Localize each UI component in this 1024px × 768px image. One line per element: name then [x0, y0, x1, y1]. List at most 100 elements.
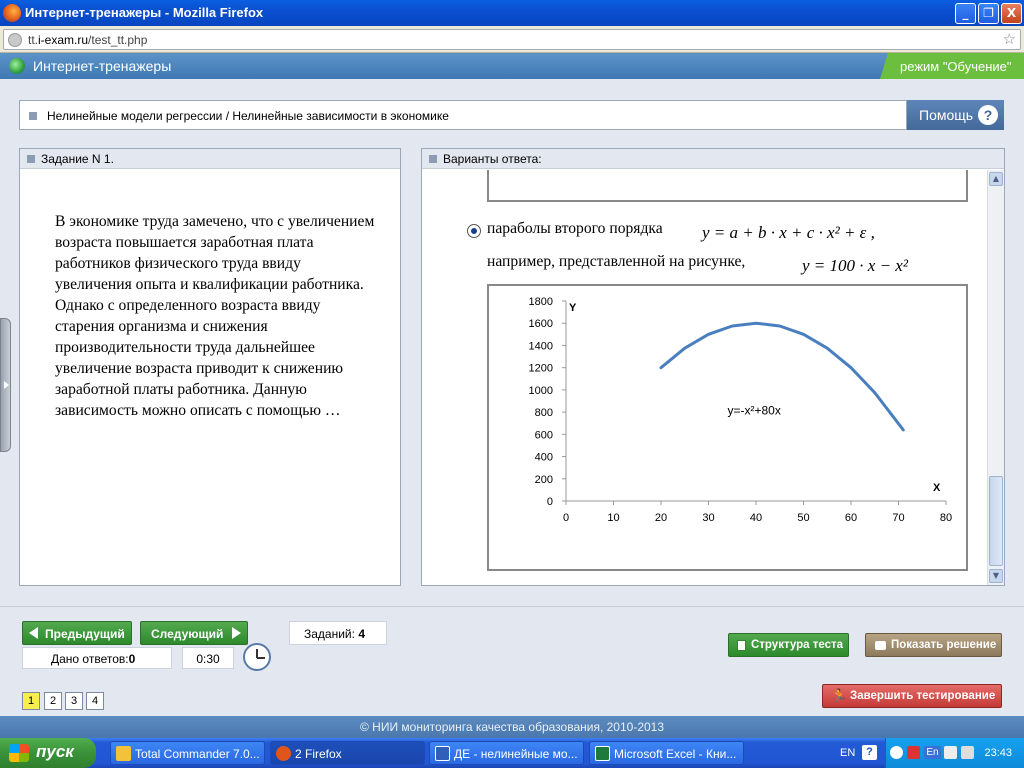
start-button[interactable]: пуск [0, 738, 96, 768]
test-structure-button[interactable]: Структура теста [728, 633, 849, 657]
maximize-button[interactable]: ❐ [978, 3, 999, 24]
answer-panel-header: Варианты ответа: [422, 149, 1004, 169]
taskbar-item-total-commander[interactable]: Total Commander 7.0... [110, 741, 265, 765]
breadcrumb: Нелинейные модели регрессии / Нелинейные… [19, 100, 907, 130]
scroll-up-arrow-icon[interactable]: ▲ [989, 172, 1003, 186]
main-area: Нелинейные модели регрессии / Нелинейные… [0, 79, 1024, 646]
tasks-count: Заданий: 4 [289, 621, 387, 645]
arrow-left-icon [29, 627, 38, 639]
scroll-thumb[interactable] [989, 476, 1003, 566]
next-label: Следующий [151, 627, 224, 641]
x-tick-label: 20 [655, 512, 667, 524]
page-3-button[interactable]: 3 [65, 692, 83, 710]
breadcrumb-text: Нелинейные модели регрессии / Нелинейные… [47, 109, 449, 123]
x-tick-label: 50 [797, 512, 809, 524]
task-label: Microsoft Excel - Кни... [614, 747, 737, 761]
next-button[interactable]: Следующий [140, 621, 248, 645]
help-label: Помощь [919, 107, 974, 123]
tray-language[interactable]: En [924, 746, 941, 759]
y-tick-label: 400 [535, 452, 553, 464]
windows-logo-icon [9, 744, 29, 762]
x-tick-label: 40 [750, 512, 762, 524]
bookmark-star-icon[interactable]: ☆ [1003, 30, 1016, 48]
y-tick-label: 0 [547, 496, 553, 508]
excel-icon [595, 746, 610, 761]
page-2-button[interactable]: 2 [44, 692, 62, 710]
start-label: пуск [36, 742, 74, 761]
globe-icon [9, 58, 25, 74]
minimize-button[interactable]: _ [955, 3, 976, 24]
answered-value: 0 [128, 652, 136, 666]
answered-label: Дано ответов: [51, 652, 129, 666]
task-number: Задание N 1. [41, 152, 114, 166]
taskbar-item-firefox[interactable]: 2 Firefox [270, 741, 425, 765]
page-1-button[interactable]: 1 [22, 692, 40, 710]
side-panel-toggle[interactable] [0, 318, 11, 452]
address-bar[interactable]: tt.i-exam.ru/test_tt.php ☆ [3, 29, 1021, 50]
answer-panel-title: Варианты ответа: [443, 152, 542, 166]
y-tick-label: 800 [535, 407, 553, 419]
y-tick-label: 1200 [529, 363, 553, 375]
arrow-right-icon [232, 627, 241, 639]
vertical-scrollbar[interactable]: ▲ ▼ [987, 170, 1004, 585]
tasks-value: 4 [358, 627, 365, 641]
finish-test-button[interactable]: 🏃 Завершить тестирование [822, 684, 1002, 708]
scroll-down-arrow-icon[interactable]: ▼ [989, 569, 1003, 583]
mode-badge: режим "Обучение" [880, 53, 1024, 79]
site-identity-icon[interactable] [8, 33, 22, 47]
chart-annotation: y=-x²+80x [728, 403, 781, 417]
footer: © НИИ мониторинга качества образования, … [0, 716, 1024, 738]
windows-taskbar: пуск Total Commander 7.0... 2 Firefox ДЕ… [0, 738, 1024, 768]
app-header: Интернет-тренажеры режим "Обучение" [0, 53, 1024, 79]
page-4-button[interactable]: 4 [86, 692, 104, 710]
task-label: 2 Firefox [295, 747, 342, 761]
chart-svg: 0 200 400 600 800 1000 1200 1400 1600 1800 0 10 20 30… [529, 296, 953, 524]
firefox-icon [3, 4, 21, 22]
total-commander-icon [116, 746, 131, 761]
tasks-label: Заданий: [304, 627, 355, 641]
help-tray-icon[interactable]: ? [862, 745, 877, 760]
x-tick-label: 30 [702, 512, 714, 524]
window-titlebar: Интернет-тренажеры - Mozilla Firefox _ ❐… [0, 0, 1024, 26]
taskbar-item-word[interactable]: ДЕ - нелинейные мо... [429, 741, 584, 765]
help-button[interactable]: Помощь ? [907, 100, 1004, 130]
clock-icon [243, 643, 271, 671]
x-tick-label: 70 [892, 512, 904, 524]
option-text-line2: например, представленной на рисунке, [487, 253, 746, 270]
network-icon[interactable] [944, 746, 957, 759]
previous-button[interactable]: Предыдущий [22, 621, 132, 645]
document-icon [737, 640, 746, 651]
taskbar-item-excel[interactable]: Microsoft Excel - Кни... [589, 741, 744, 765]
y-axis-label: Y [569, 302, 577, 314]
y-tick-label: 1400 [529, 340, 553, 352]
antivirus-icon[interactable] [907, 746, 920, 759]
formula-general: y = a + b · x + c · x² + ε , [702, 223, 875, 242]
y-tick-label: 1800 [529, 296, 553, 308]
close-button[interactable]: X [1001, 3, 1022, 24]
answer-radio[interactable] [467, 224, 481, 238]
task-panel: Задание N 1. В экономике труда замечено,… [19, 148, 401, 586]
task-label: ДЕ - нелинейные мо... [454, 747, 578, 761]
back-arrow-icon[interactable] [890, 746, 903, 759]
firefox-icon [276, 746, 291, 761]
structure-label: Структура теста [751, 639, 844, 651]
y-tick-label: 200 [535, 474, 553, 486]
parabola-chart: 0 200 400 600 800 1000 1200 1400 1600 1800 0 10 20 30… [487, 284, 968, 571]
x-tick-label: 80 [940, 512, 952, 524]
x-tick-label: 60 [845, 512, 857, 524]
y-tick-label: 600 [535, 429, 553, 441]
bullet-square-icon [29, 112, 37, 120]
task-text: В экономике труда замечено, что с увелич… [55, 213, 375, 419]
task-label: Total Commander 7.0... [135, 747, 260, 761]
clock-time: 23:43 [984, 747, 1012, 759]
bullet-square-icon [429, 155, 437, 163]
show-solution-button[interactable]: Показать решение [865, 633, 1002, 657]
language-indicator[interactable]: EN [840, 747, 855, 759]
answer-panel: Варианты ответа: параболы второго порядк… [421, 148, 1005, 586]
answered-count: Дано ответов:0 [22, 647, 172, 669]
app-brand: Интернет-тренажеры [33, 58, 172, 74]
volume-icon[interactable] [961, 746, 974, 759]
navigation-bar: tt.i-exam.ru/test_tt.php ☆ [0, 26, 1024, 53]
previous-label: Предыдущий [45, 627, 125, 641]
url-text: tt.i-exam.ru/test_tt.php [28, 33, 148, 47]
